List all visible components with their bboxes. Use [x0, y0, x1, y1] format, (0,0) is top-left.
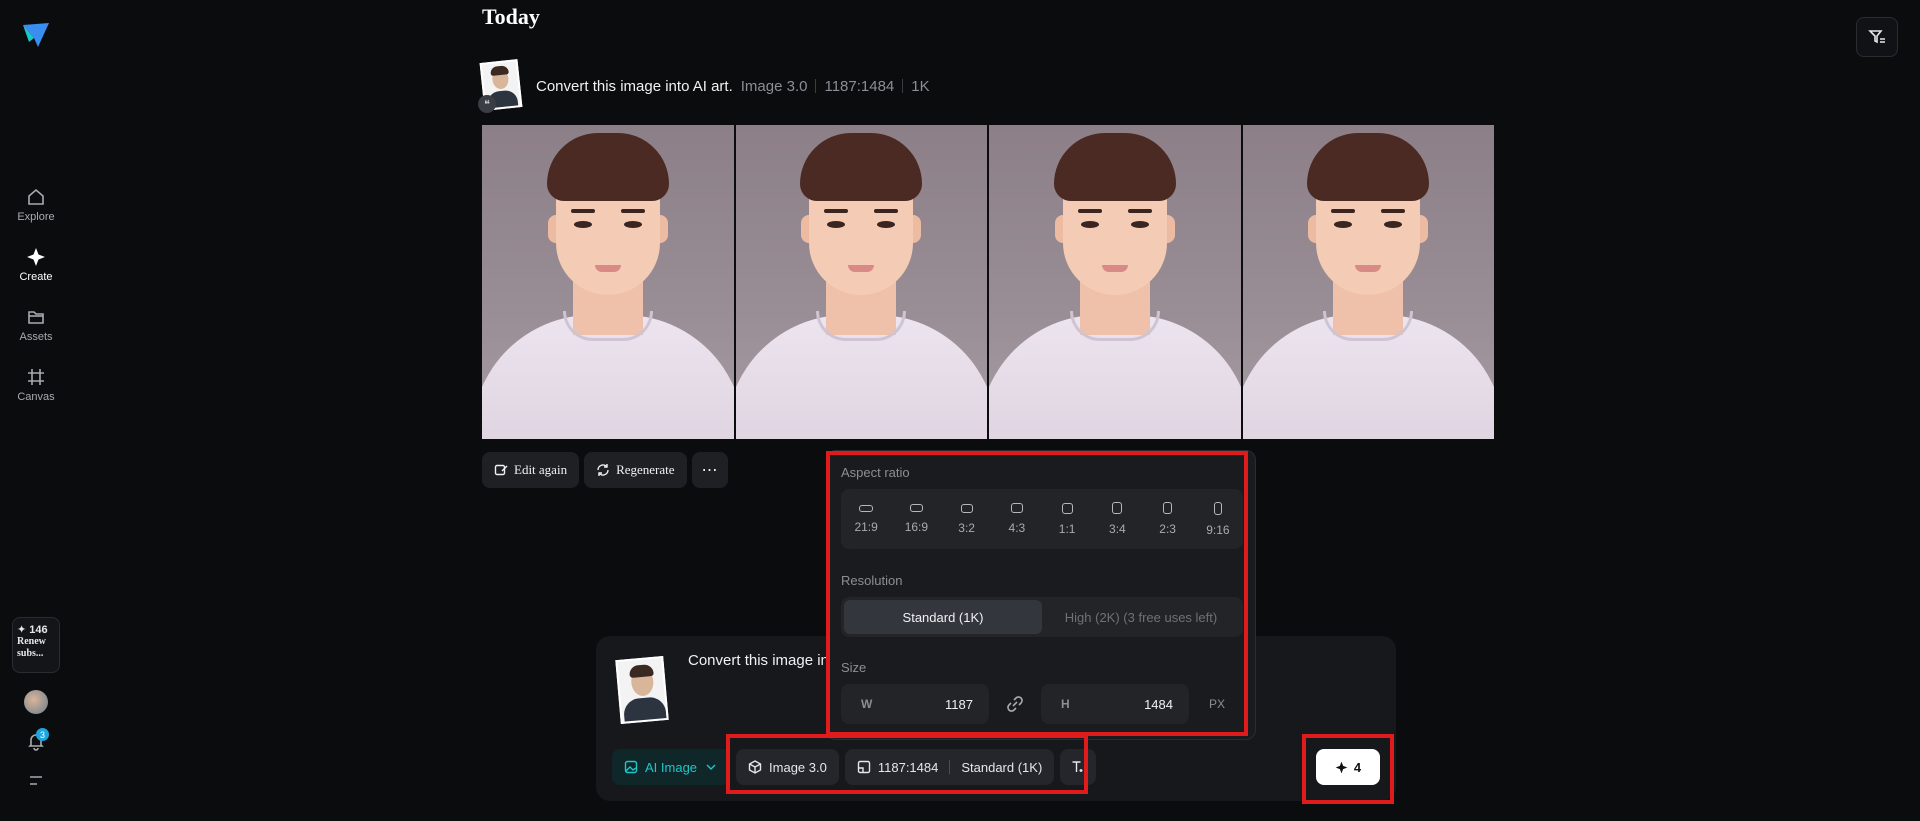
ratio-option-label: 21:9 — [854, 519, 878, 534]
resolution-tag: 1K — [911, 77, 930, 95]
result-gallery — [482, 125, 1494, 439]
sidebar-item-assets[interactable]: Assets — [6, 300, 66, 350]
credit-count: ✦ 146 — [17, 624, 48, 636]
size-row: W 1187 H 1484 PX — [841, 684, 1243, 724]
result-actions: Edit again Regenerate ⋯ — [482, 452, 728, 488]
size-label: Size — [841, 660, 867, 675]
ratio-option-label: 1:1 — [1058, 521, 1076, 536]
resolution-toggle: Standard (1K) High (2K) (3 free uses lef… — [841, 597, 1243, 637]
filter-button[interactable] — [1856, 17, 1898, 57]
ratio-option-label: 3:4 — [1109, 522, 1126, 536]
sparkle-icon — [1335, 761, 1348, 773]
ratio-option[interactable]: 21:9 — [841, 489, 891, 549]
ratio-option[interactable]: 16:9 — [891, 489, 941, 549]
ratio-option[interactable]: 9:16 — [1193, 489, 1243, 549]
sidebar-item-label: Explore — [17, 211, 55, 223]
ratio-option[interactable]: 3:4 — [1092, 489, 1142, 549]
model-selector[interactable]: Image 3.0 — [736, 749, 839, 785]
resolution-standard-option[interactable]: Standard (1K) — [844, 600, 1042, 634]
more-options-button[interactable]: ⋯ — [691, 452, 728, 488]
result-image[interactable] — [482, 125, 734, 439]
mode-label: AI Image — [645, 759, 698, 775]
mode-dropdown[interactable]: AI Image — [612, 749, 731, 785]
ratio-option[interactable]: 4:3 — [992, 489, 1042, 549]
sidebar-item-create[interactable]: Create — [6, 240, 66, 290]
quote-icon: ❝ — [478, 95, 496, 113]
sparkle-icon — [27, 248, 45, 266]
generate-button[interactable]: 4 — [1316, 749, 1380, 785]
sidebar-item-label: Assets — [19, 331, 53, 343]
height-field-label: H — [1061, 697, 1070, 711]
prompt-text: Convert this image into AI art. — [536, 77, 733, 95]
notification-badge: 3 — [36, 728, 49, 741]
menu-icon[interactable] — [26, 772, 46, 790]
unit-label: PX — [1209, 697, 1226, 711]
image-icon — [624, 760, 638, 774]
ratio-option[interactable]: 2:3 — [1143, 489, 1193, 549]
ratio-option-label: 4:3 — [1008, 521, 1026, 535]
regenerate-label: Regenerate — [616, 462, 675, 477]
aspect-ratio-label: Aspect ratio — [841, 465, 910, 480]
chevron-down-icon — [706, 764, 716, 770]
height-field[interactable]: H 1484 — [1041, 684, 1189, 724]
result-image[interactable] — [989, 125, 1241, 439]
text-style-button[interactable] — [1060, 749, 1097, 785]
filter-icon — [1868, 30, 1885, 44]
ratio-option-label: 9:16 — [1206, 522, 1230, 537]
resolution-label: Resolution — [841, 573, 903, 588]
edit-again-button[interactable]: Edit again — [482, 452, 580, 488]
ratio-option[interactable]: 3:2 — [942, 489, 992, 549]
ratio-option-label: 3:2 — [958, 520, 975, 535]
refresh-icon — [597, 464, 609, 476]
width-field-label: W — [861, 697, 873, 711]
width-value: 1187 — [945, 696, 973, 712]
sidebar-item-canvas[interactable]: Canvas — [6, 360, 66, 410]
ratio-resolution-selector[interactable]: 1187:1484 Standard (1K) — [844, 749, 1055, 785]
size-settings-popover: Aspect ratio 21:9 16:9 3:2 4:3 1:1 3:4 2… — [826, 450, 1256, 740]
prompt-row: ❝ Convert this image into AI art. Image … — [478, 59, 930, 113]
section-heading: Today — [482, 4, 540, 29]
sidebar-item-label: Create — [19, 271, 53, 283]
aspect-ratio-icon — [857, 760, 871, 774]
composer-reference-thumbnail[interactable] — [615, 656, 669, 724]
prompt-input[interactable]: Convert this image in — [688, 652, 828, 669]
width-field[interactable]: W 1187 — [841, 684, 989, 724]
cube-icon — [748, 760, 762, 774]
renew-subscription-link: Renew subs... — [17, 636, 46, 659]
generate-count: 4 — [1353, 759, 1362, 775]
folder-icon — [28, 311, 44, 324]
model-label: Image 3.0 — [769, 759, 827, 775]
credits-box[interactable]: ✦ 146 Renew subs... — [12, 617, 60, 673]
ratio-option[interactable]: 1:1 — [1042, 489, 1092, 549]
resolution-high-option[interactable]: High (2K) (3 free uses left) — [1042, 600, 1240, 634]
logo-icon[interactable] — [20, 20, 52, 52]
reference-thumbnail[interactable]: ❝ — [478, 59, 523, 113]
home-icon — [28, 188, 44, 205]
ratio-option-label: 16:9 — [904, 520, 929, 534]
sidebar: Explore Create Assets Canvas ✦ 146 Renew… — [0, 0, 72, 821]
edit-again-label: Edit again — [514, 462, 568, 477]
ratio-option-label: 2:3 — [1159, 522, 1176, 536]
ratio-tag: 1187:1484 — [824, 77, 895, 95]
ratio-label: 1187:1484 — [877, 759, 939, 775]
canvas-icon — [28, 369, 44, 385]
text-icon — [1072, 761, 1083, 772]
avatar[interactable] — [24, 690, 48, 714]
resolution-label: Standard (1K) — [961, 759, 1043, 775]
sidebar-item-explore[interactable]: Explore — [6, 180, 66, 230]
result-image[interactable] — [735, 125, 987, 439]
result-image[interactable] — [1242, 125, 1494, 439]
sidebar-item-label: Canvas — [17, 391, 55, 403]
regenerate-button[interactable]: Regenerate — [584, 452, 687, 488]
composer-toolbar: AI Image Image 3.0 1187:1484 Standard (1… — [612, 749, 1097, 785]
model-tag: Image 3.0 — [740, 77, 808, 95]
height-value: 1484 — [1144, 696, 1173, 712]
aspect-ratio-options: 21:9 16:9 3:2 4:3 1:1 3:4 2:3 9:16 — [841, 489, 1243, 549]
link-icon[interactable] — [999, 695, 1031, 713]
edit-icon — [494, 464, 508, 476]
